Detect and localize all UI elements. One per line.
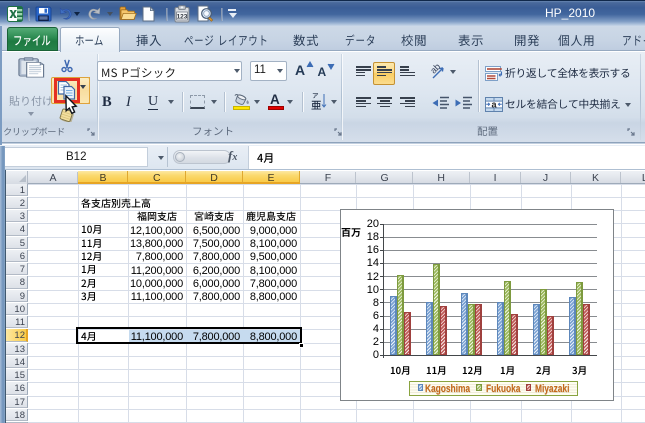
svg-text:123: 123 (177, 13, 188, 20)
svg-text:ab: ab (431, 63, 442, 76)
